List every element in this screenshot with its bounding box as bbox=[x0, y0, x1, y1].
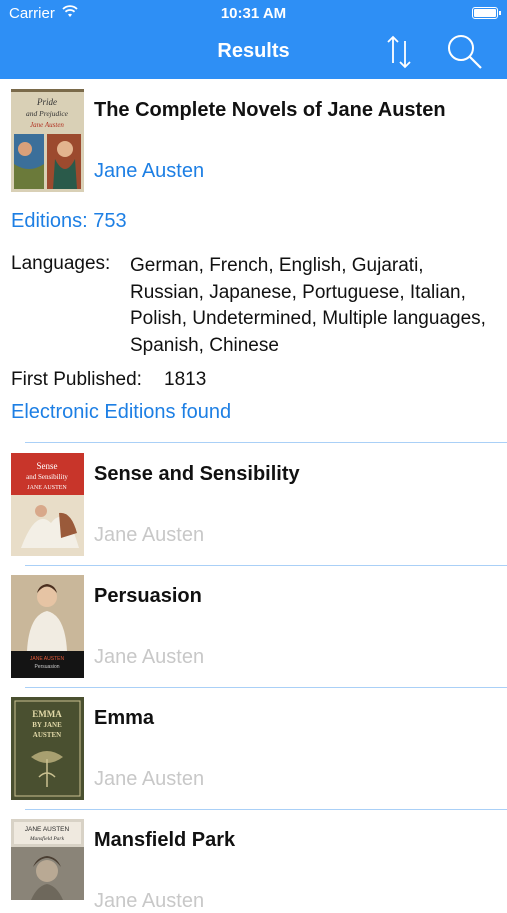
svg-text:JANE AUSTEN: JANE AUSTEN bbox=[27, 485, 67, 491]
svg-text:Sense: Sense bbox=[37, 461, 58, 471]
separator bbox=[25, 565, 507, 566]
search-button[interactable] bbox=[446, 33, 484, 71]
status-time: 10:31 AM bbox=[220, 5, 287, 22]
book-cover-sense-and-sensibility[interactable]: Sense and Sensibility JANE AUSTEN bbox=[11, 453, 84, 556]
search-icon bbox=[448, 35, 482, 69]
svg-text:Pride: Pride bbox=[36, 97, 57, 107]
first-published-label: First Published: bbox=[11, 369, 142, 390]
battery-icon bbox=[472, 7, 501, 19]
svg-text:Persuasion: Persuasion bbox=[34, 664, 59, 670]
svg-text:Mansfield Park: Mansfield Park bbox=[29, 835, 65, 842]
navigation-bar: Carrier 10:31 AM Results bbox=[0, 0, 507, 79]
featured-book-title[interactable]: The Complete Novels of Jane Austen bbox=[94, 99, 446, 122]
svg-text:Jane Austen: Jane Austen bbox=[30, 121, 64, 129]
result-title[interactable]: Emma bbox=[94, 707, 154, 730]
sort-arrows-icon bbox=[387, 35, 411, 69]
result-title[interactable]: Persuasion bbox=[94, 585, 202, 608]
book-cover-mansfield-park[interactable]: JANE AUSTEN Mansfield Park bbox=[11, 819, 84, 900]
sort-button[interactable] bbox=[385, 33, 415, 71]
svg-text:JANE AUSTEN: JANE AUSTEN bbox=[25, 826, 70, 833]
book-cover-persuasion[interactable]: JANE AUSTEN Persuasion bbox=[11, 575, 84, 678]
svg-text:and Prejudice: and Prejudice bbox=[26, 109, 69, 118]
editions-link[interactable]: Editions: 753 bbox=[11, 210, 127, 233]
electronic-editions-link[interactable]: Electronic Editions found bbox=[11, 401, 231, 424]
svg-text:AUSTEN: AUSTEN bbox=[33, 731, 61, 739]
result-title[interactable]: Sense and Sensibility bbox=[94, 463, 300, 486]
svg-text:EMMA: EMMA bbox=[32, 709, 62, 719]
result-title[interactable]: Mansfield Park bbox=[94, 829, 235, 852]
svg-text:and Sensibility: and Sensibility bbox=[26, 473, 68, 481]
separator bbox=[25, 809, 507, 810]
result-author[interactable]: Jane Austen bbox=[94, 890, 204, 913]
svg-text:BY JANE: BY JANE bbox=[32, 721, 62, 729]
result-author[interactable]: Jane Austen bbox=[94, 524, 204, 547]
featured-author-link[interactable]: Jane Austen bbox=[94, 160, 204, 183]
page-title: Results bbox=[217, 40, 290, 62]
book-cover-emma[interactable]: EMMA BY JANE AUSTEN bbox=[11, 697, 84, 800]
result-author[interactable]: Jane Austen bbox=[94, 768, 204, 791]
status-bar: Carrier 10:31 AM bbox=[0, 0, 507, 28]
result-author[interactable]: Jane Austen bbox=[94, 646, 204, 669]
first-published-value: 1813 bbox=[164, 369, 207, 390]
languages-label: Languages: bbox=[11, 253, 111, 274]
book-cover-pride-and-prejudice[interactable]: Pride and Prejudice Jane Austen bbox=[11, 89, 84, 192]
languages-value: German, French, English, Gujarati, Russi… bbox=[130, 255, 486, 356]
separator bbox=[25, 442, 507, 443]
separator bbox=[25, 687, 507, 688]
svg-text:JANE AUSTEN: JANE AUSTEN bbox=[30, 656, 65, 662]
